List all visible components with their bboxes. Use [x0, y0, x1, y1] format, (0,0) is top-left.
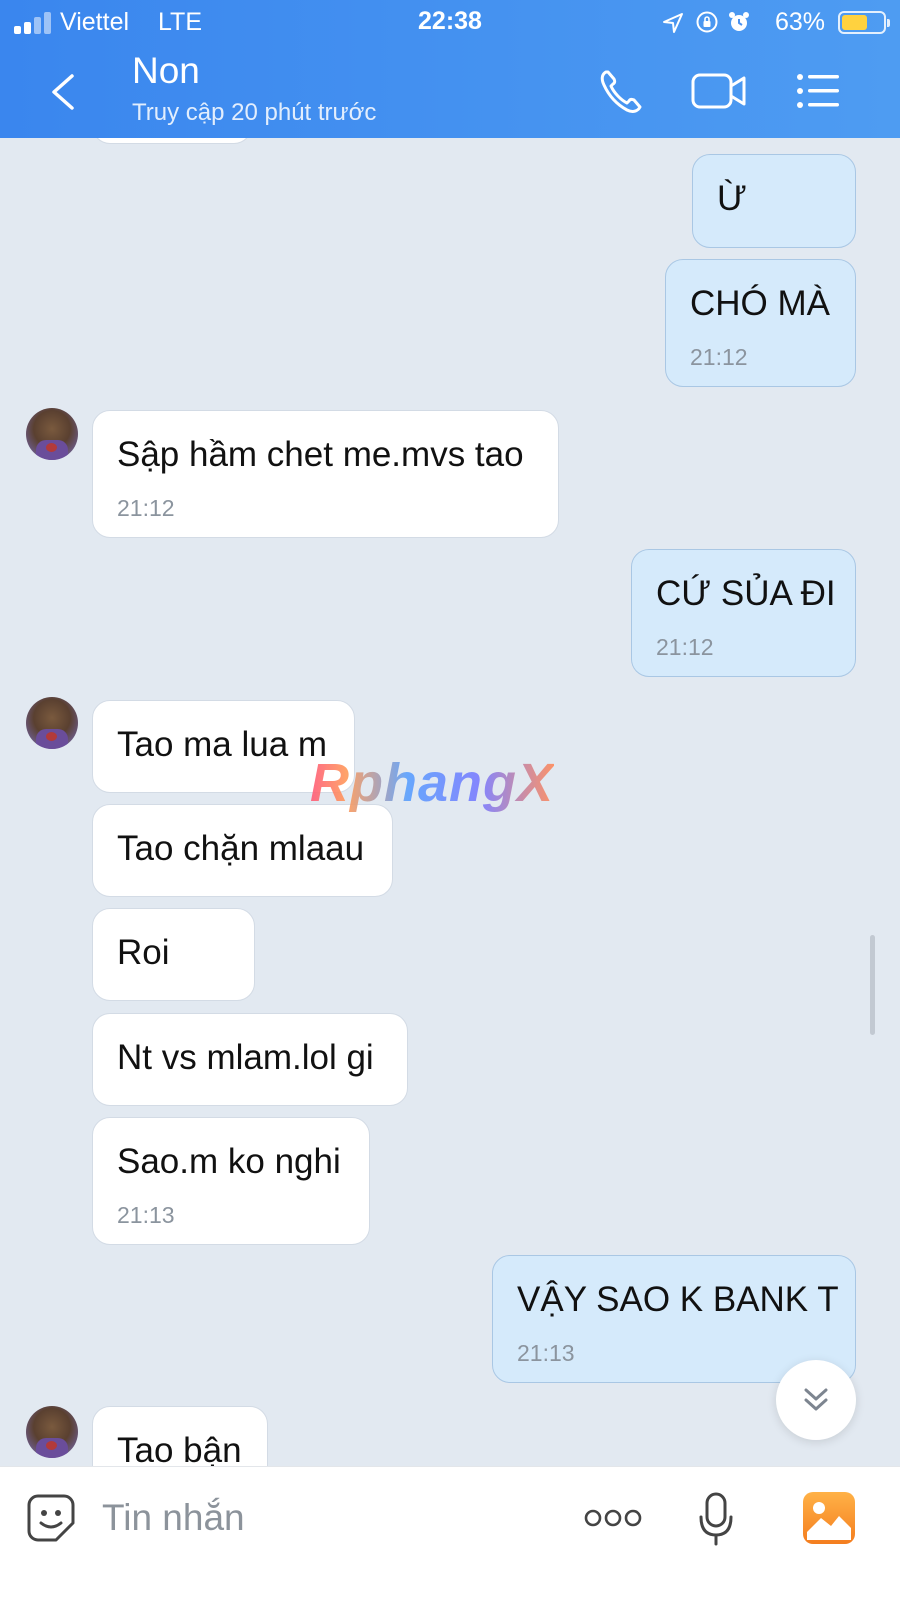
message-bubble-partial[interactable]: [92, 138, 252, 144]
video-call-icon[interactable]: [690, 66, 748, 116]
message-text: Tao chặn mlaau: [117, 829, 365, 868]
message-bubble-incoming[interactable]: Sao.m ko nghi 21:13: [92, 1117, 370, 1245]
message-time: 21:12: [117, 495, 175, 521]
rotation-lock-icon: [696, 11, 718, 33]
location-icon: [663, 13, 683, 33]
message-input[interactable]: Tin nhắn: [102, 1497, 245, 1539]
message-time: 21:13: [517, 1340, 575, 1366]
message-bubble-incoming[interactable]: Roi: [92, 908, 255, 1001]
contact-avatar[interactable]: [26, 408, 78, 460]
message-bubble-outgoing[interactable]: Ừ: [692, 154, 856, 248]
message-bubble-outgoing[interactable]: CHÓ MÀ 21:12: [665, 259, 856, 387]
message-text: Nt vs mlam.lol gi: [117, 1038, 374, 1077]
contact-avatar[interactable]: [26, 697, 78, 749]
message-bubble-outgoing[interactable]: CỨ SỦA ĐI 21:12: [631, 549, 856, 677]
message-bubble-incoming[interactable]: Nt vs mlam.lol gi: [92, 1013, 408, 1106]
message-time: 21:13: [117, 1202, 175, 1228]
message-text: Sao.m ko nghi: [117, 1142, 341, 1181]
message-time: 21:12: [656, 634, 714, 660]
double-chevron-down-icon: [804, 1388, 828, 1411]
contact-name[interactable]: Non: [132, 50, 200, 92]
message-bubble-incoming[interactable]: Sập hầm chet me.mvs tao 21:12: [92, 410, 559, 538]
scrollbar[interactable]: [870, 935, 875, 1035]
status-bar: Viettel LTE 22:38 63%: [0, 0, 900, 46]
battery-percent: 63%: [775, 8, 826, 36]
contact-avatar[interactable]: [26, 1406, 78, 1458]
menu-icon[interactable]: [795, 66, 841, 116]
scroll-to-bottom-button[interactable]: [776, 1360, 856, 1440]
message-text: Roi: [117, 933, 170, 972]
message-text: CHÓ MÀ: [690, 284, 830, 323]
alarm-icon: [729, 12, 749, 31]
back-icon[interactable]: [44, 70, 84, 114]
message-text: VẬY SAO K BANK T: [517, 1280, 839, 1319]
more-options-icon[interactable]: [584, 1507, 642, 1529]
message-time: 21:12: [690, 344, 748, 370]
message-input-bar: Tin nhắn: [0, 1466, 900, 1600]
last-seen-status: Truy cập 20 phút trước: [132, 99, 377, 126]
message-text: Sập hầm chet me.mvs tao: [117, 435, 524, 474]
microphone-icon[interactable]: [697, 1491, 735, 1547]
message-text: Tao bận: [117, 1431, 242, 1470]
message-bubble-incoming[interactable]: Tao chặn mlaau: [92, 804, 393, 897]
message-text: Ừ: [717, 179, 747, 218]
battery-icon: [838, 11, 890, 34]
sticker-icon[interactable]: [26, 1493, 76, 1543]
image-gallery-button[interactable]: [803, 1492, 855, 1544]
image-icon: [807, 1502, 851, 1540]
message-text: CỨ SỦA ĐI: [656, 574, 836, 613]
status-time: 22:38: [418, 7, 482, 35]
phone-icon[interactable]: [598, 66, 644, 116]
message-list[interactable]: Ừ CHÓ MÀ 21:12 Sập hầm chet me.mvs tao 2…: [0, 138, 900, 1498]
chat-header: Viettel LTE 22:38 63% Non Truy cập 20 ph…: [0, 0, 900, 138]
message-text: Tao ma lua m: [117, 725, 328, 764]
watermark-logo: RphangX: [310, 753, 554, 813]
